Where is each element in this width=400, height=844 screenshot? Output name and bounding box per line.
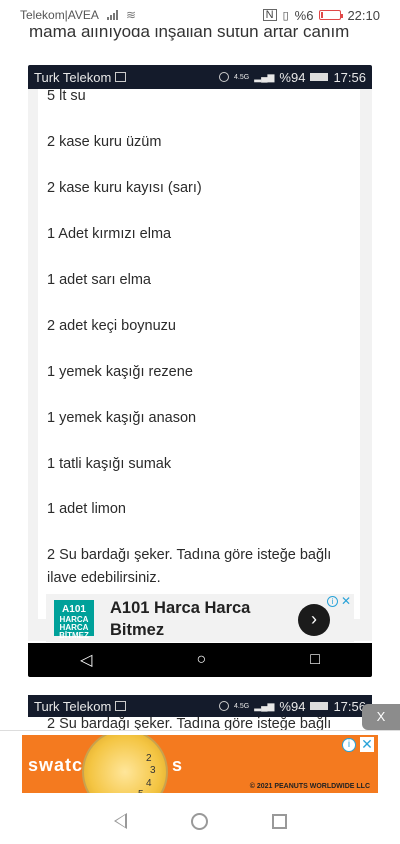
status-left: Telekom|AVEA ≋ (20, 8, 136, 22)
embedded-battery-percent: %94 (279, 69, 306, 85)
embedded-nav-bar: ◁ ○ □ (28, 643, 372, 677)
status-time: 22:10 (347, 7, 380, 23)
embedded-home-icon: ○ (196, 651, 207, 668)
watch-number: 4 (146, 778, 152, 789)
ad-brand-left: swatc (28, 755, 84, 775)
a101-logo-line: BİTMEZ (59, 631, 89, 640)
embedded-screenshot-recipe: Turk Telekom 4.5G ▂▄▆ %94 17:56 5 lt su … (28, 65, 372, 677)
adchoices-icon[interactable]: i (327, 596, 338, 607)
recipe-sheet: 5 lt su 2 kase kuru üzüm 2 kase kuru kay… (38, 89, 360, 619)
a101-ad[interactable]: A101 HARCA HARCA BİTMEZ A101 Harca Harca… (46, 594, 354, 642)
recipe-item: 5 lt su (47, 89, 86, 104)
embedded-screenshot-second: Turk Telekom 4.5G ▂▄▆ %94 17:56 2 Su bar… (28, 695, 372, 735)
a101-logo: A101 HARCA HARCA BİTMEZ (54, 600, 94, 640)
device-status-bar: Telekom|AVEA ≋ N ▯ %6 22:10 (0, 0, 400, 30)
recipe-item: 2 kase kuru üzüm (47, 134, 162, 150)
signal-icon (106, 10, 118, 20)
battery-percent: %6 (294, 7, 314, 23)
screen: Telekom|AVEA ≋ N ▯ %6 22:10 mama alınıyo… (0, 0, 400, 844)
embedded-battery-icon (310, 73, 329, 81)
status-right: N ▯ %6 22:10 (262, 7, 380, 23)
embedded-time: 17:56 (333, 69, 366, 85)
battery-icon (319, 10, 344, 20)
embedded-battery-icon-2 (310, 702, 329, 710)
vibrate-icon: ▯ (282, 9, 289, 22)
recent-apps-icon[interactable] (271, 813, 287, 829)
embedded-battery-percent-2: %94 (279, 698, 306, 714)
adchoices-icon[interactable]: i (342, 738, 356, 752)
embedded-carrier: Turk Telekom (34, 69, 112, 85)
ad-copyright: © 2021 PEANUTS WORLDWIDE LLC (249, 783, 370, 790)
embedded-network-2: 4.5G (234, 702, 250, 710)
embedded-recent-icon: □ (310, 651, 320, 668)
outer-article-fragment: mama alınıyoda inşallah sütün artar canı… (0, 28, 400, 42)
embedded-back-icon: ◁ (80, 652, 93, 669)
back-icon[interactable] (113, 813, 127, 829)
embedded-carrier-2: Turk Telekom (34, 698, 112, 714)
outer-article-text: mama alınıyoda inşallah sütün artar canı… (29, 28, 350, 41)
swatch-banner-ad[interactable]: swatc 2 3 4 5 s © 2021 PEANUTS WORLDWIDE… (22, 735, 378, 793)
alarm-icon (219, 72, 229, 82)
recipe-item: 2 Su bardağı şeker. Tadına göre isteğe b… (47, 547, 332, 586)
carrier-label: Telekom|AVEA (20, 8, 99, 22)
a101-ad-title[interactable]: A101 Harca Harca Bitmez (110, 597, 260, 641)
recipe-item: 1 adet limon (47, 501, 126, 517)
recipe-item: 1 yemek kaşığı anason (47, 410, 197, 426)
recipe-item: 1 tatli kaşığı sumak (47, 456, 172, 472)
embedded-signal-icon: ▂▄▆ (254, 71, 275, 82)
recipe-item: 1 Adet kırmızı elma (47, 226, 172, 242)
embedded-status-bar: Turk Telekom 4.5G ▂▄▆ %94 17:56 (28, 65, 372, 89)
home-icon[interactable] (190, 812, 208, 830)
watch-number: 2 (146, 753, 152, 764)
recipe-body: 5 lt su 2 kase kuru üzüm 2 kase kuru kay… (28, 89, 372, 641)
recipe-item: 2 adet keçi boynuzu (47, 318, 176, 334)
recipe-item: 1 adet sarı elma (47, 272, 151, 288)
nfc-icon: N (262, 9, 277, 21)
ad-close-button[interactable]: ✕ (341, 594, 351, 608)
alarm-icon (219, 701, 229, 711)
close-ad-button[interactable]: X (362, 704, 400, 730)
embedded-signal-icon-2: ▂▄▆ (254, 700, 275, 711)
image-icon (115, 72, 127, 82)
banner-ad-container: swatc 2 3 4 5 s © 2021 PEANUTS WORLDWIDE… (0, 730, 400, 798)
watch-number: 5 (138, 789, 144, 793)
chevron-right-icon[interactable]: › (298, 604, 330, 636)
wifi-icon: ≋ (125, 8, 136, 22)
embedded-status-bar-2: Turk Telekom 4.5G ▂▄▆ %94 17:56 (28, 695, 372, 717)
recipe-item: 1 yemek kaşığı rezene (47, 364, 193, 380)
ad-brand-right: s (172, 755, 183, 775)
system-nav-bar (0, 798, 400, 844)
recipe-item: 2 kase kuru kayısı (sarı) (47, 180, 202, 196)
image-icon (115, 701, 127, 711)
embedded-network: 4.5G (234, 73, 250, 81)
banner-close-button[interactable]: ✕ (360, 737, 374, 752)
watch-image: 2 3 4 5 (82, 735, 168, 793)
watch-number: 3 (150, 765, 156, 776)
